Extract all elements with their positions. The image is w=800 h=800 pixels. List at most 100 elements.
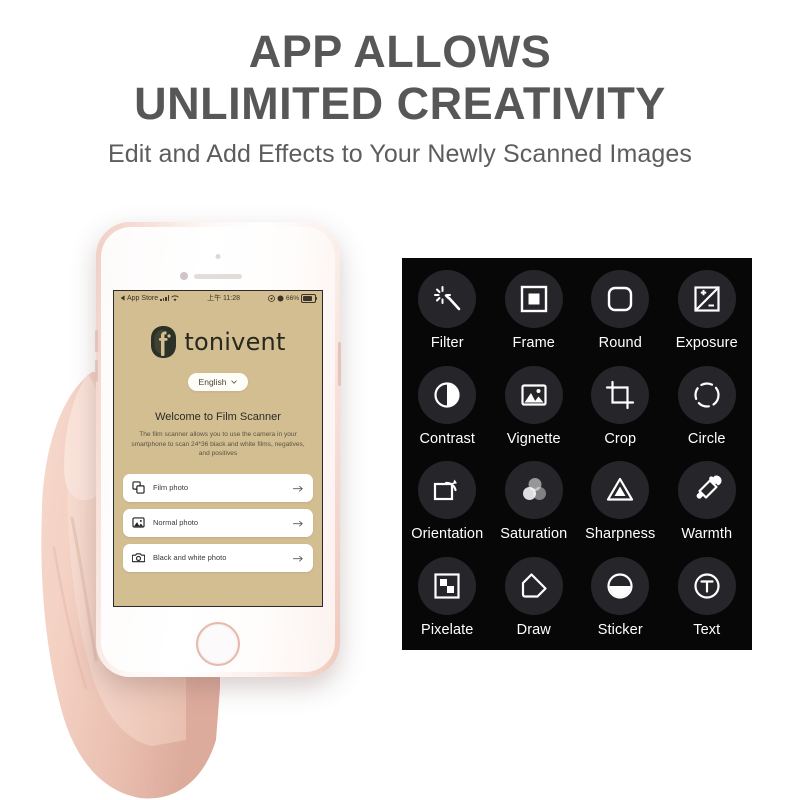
brand-name: tonivent (184, 328, 286, 356)
status-bar-left: App Store (120, 295, 179, 302)
dashed-circle-icon (694, 381, 720, 408)
effect-bubble (591, 461, 650, 519)
headline-subtitle: Edit and Add Effects to Your Newly Scann… (108, 140, 692, 168)
effect-item-frame[interactable]: Frame (491, 264, 578, 360)
effect-label: Sharpness (585, 526, 656, 542)
arrow-right-icon (293, 555, 303, 562)
language-selector-wrap: English (114, 373, 322, 391)
effect-item-draw[interactable]: Draw (491, 551, 578, 647)
status-bar-time: 上午 11:28 (207, 295, 241, 302)
status-bar-right: 66% (268, 293, 318, 303)
tonivent-logo-icon (151, 326, 177, 358)
signal-bars-icon (160, 295, 170, 301)
effect-item-sharpness[interactable]: Sharpness (577, 455, 664, 551)
rotate-icon (434, 479, 458, 501)
poster-canvas: APP ALLOWS UNLIMITED CREATIVITY Edit and… (0, 0, 800, 800)
effect-label: Text (693, 621, 721, 638)
rounded-square-icon (608, 286, 633, 312)
language-label: English (198, 377, 227, 387)
list-item[interactable]: Black and white photo (123, 543, 313, 572)
magic-wand-icon (434, 286, 461, 311)
alarm-icon (277, 295, 284, 301)
triangle-icon (607, 477, 634, 501)
smartphone: App Store 上午 11:28 66% tonivent English … (95, 222, 341, 677)
image-icon (132, 517, 145, 528)
effect-item-contrast[interactable]: Contrast (404, 360, 491, 456)
list-item-label: Normal photo (153, 518, 199, 527)
front-camera-icon (180, 272, 188, 280)
effect-item-vignette[interactable]: Vignette (491, 360, 578, 456)
battery-icon (300, 293, 318, 303)
list-item[interactable]: Film photo (123, 473, 313, 502)
chevron-down-icon (231, 380, 238, 384)
three-circles-icon (522, 478, 546, 500)
effect-bubble (418, 461, 477, 519)
list-item[interactable]: Normal photo (123, 508, 313, 537)
effect-item-orientation[interactable]: Orientation (404, 455, 491, 551)
effect-bubble (677, 461, 736, 519)
effect-bubble (418, 270, 477, 328)
effect-item-circle[interactable]: Circle (664, 360, 751, 456)
effect-bubble (418, 365, 477, 424)
picture-icon (521, 383, 547, 406)
proximity-sensor-icon (215, 254, 221, 259)
effect-item-warmth[interactable]: Warmth (664, 455, 751, 551)
contrast-circle-icon (434, 381, 460, 408)
power-button[interactable] (338, 342, 341, 386)
brand-row: tonivent (114, 325, 322, 359)
effects-grid: Filter Frame Round Exposure Contrast Vig… (402, 258, 752, 650)
welcome-title: Welcome to Film Scanner (155, 411, 281, 423)
headline-block: APP ALLOWS UNLIMITED CREATIVITY Edit and… (0, 26, 800, 169)
arrow-right-icon (293, 485, 303, 492)
effect-label: Contrast (419, 430, 476, 447)
effect-label: Saturation (500, 526, 568, 542)
effect-bubble (591, 365, 650, 424)
effect-label: Exposure (675, 335, 738, 351)
effect-item-crop[interactable]: Crop (577, 360, 664, 456)
effect-bubble (504, 365, 563, 424)
effect-bubble (504, 556, 563, 615)
status-bar: App Store 上午 11:28 66% (114, 291, 322, 305)
effect-item-saturation[interactable]: Saturation (491, 455, 578, 551)
home-button[interactable] (196, 622, 240, 666)
exposure-icon (694, 286, 720, 312)
effect-item-pixelate[interactable]: Pixelate (404, 551, 491, 647)
welcome-description: The film scanner allows you to use the c… (131, 431, 305, 457)
back-arrow-icon (120, 295, 125, 301)
effect-label: Crop (604, 430, 637, 447)
effect-item-text[interactable]: Text (664, 551, 751, 647)
sticker-icon (607, 572, 633, 599)
volume-up-button[interactable] (95, 330, 98, 352)
effect-item-round[interactable]: Round (577, 264, 664, 360)
effect-label: Pixelate (421, 621, 474, 638)
crop-icon (606, 380, 635, 409)
effect-label: Filter (430, 335, 464, 351)
earpiece-speaker (194, 274, 242, 279)
effect-label: Vignette (506, 430, 561, 447)
pixelate-icon (434, 572, 460, 599)
location-icon (268, 294, 275, 302)
effect-label: Orientation (411, 526, 484, 542)
volume-down-button[interactable] (95, 360, 98, 382)
effect-item-sticker[interactable]: Sticker (577, 551, 664, 647)
language-selector[interactable]: English (187, 373, 249, 391)
options-list: Film photo Normal photo Black and white … (123, 473, 313, 572)
camera-icon (132, 553, 145, 563)
layers-icon (132, 481, 145, 494)
effect-label: Frame (512, 335, 555, 351)
phone-screen: App Store 上午 11:28 66% tonivent English … (113, 290, 323, 607)
headline-line-2: UNLIMITED CREATIVITY (134, 78, 666, 129)
effect-bubble (504, 461, 563, 519)
effect-bubble (418, 556, 477, 615)
list-item-label: Black and white photo (153, 553, 227, 562)
effect-bubble (677, 270, 736, 328)
battery-percent-label: 66% (285, 294, 299, 302)
effect-label: Sticker (597, 621, 643, 638)
effect-bubble (677, 556, 736, 615)
text-circle-icon (694, 572, 720, 599)
effect-item-exposure[interactable]: Exposure (664, 264, 751, 360)
effect-label: Circle (687, 430, 726, 447)
effect-item-filter[interactable]: Filter (404, 264, 491, 360)
status-bar-app-label: App Store (127, 294, 159, 302)
effect-bubble (504, 270, 563, 328)
